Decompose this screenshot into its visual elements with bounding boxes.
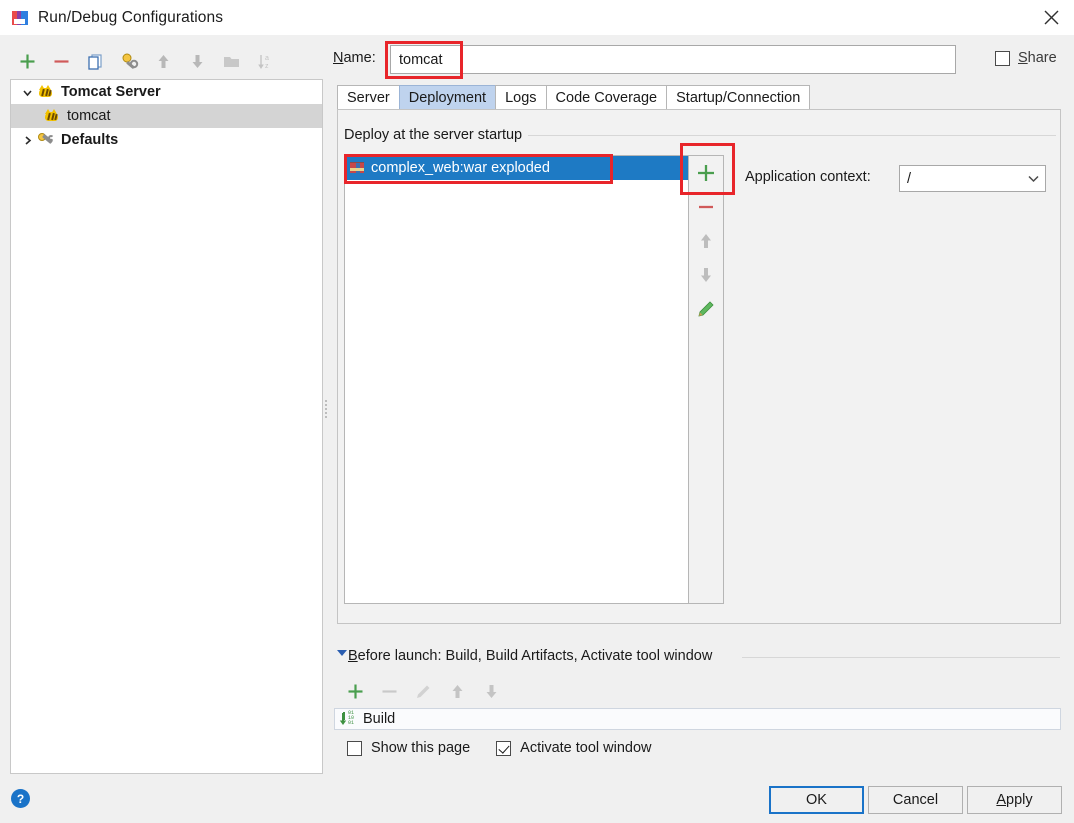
- deploy-group-title: Deploy at the server startup: [344, 127, 529, 143]
- tomcat-icon: [37, 84, 55, 100]
- artifact-icon: [349, 160, 365, 176]
- add-configuration-button[interactable]: [10, 46, 44, 76]
- before-launch-separator-line: [742, 657, 1060, 658]
- chevron-down-icon[interactable]: [1021, 172, 1045, 185]
- move-task-down-button: [474, 676, 508, 706]
- configurations-tree[interactable]: Tomcat Server tomcat Defaults: [10, 79, 323, 774]
- before-launch-options: Show this page Activate tool window: [347, 740, 652, 756]
- remove-artifact-button[interactable]: [689, 190, 722, 224]
- show-this-page-checkbox[interactable]: Show this page: [347, 740, 470, 756]
- move-up-button[interactable]: [146, 46, 180, 76]
- activate-tool-window-checkbox[interactable]: Activate tool window: [496, 740, 652, 756]
- name-label-text: ame:: [343, 50, 376, 66]
- tomcat-icon: [43, 108, 61, 124]
- tree-node-tomcat-server[interactable]: Tomcat Server: [11, 80, 322, 104]
- add-task-button[interactable]: [338, 676, 372, 706]
- activate-tool-window-checkbox-box[interactable]: [496, 740, 512, 756]
- wrench-bulb-icon: [37, 132, 55, 148]
- collapse-triangle-icon[interactable]: [337, 650, 347, 656]
- list-item[interactable]: complex_web:war exploded: [345, 156, 688, 180]
- tree-node-defaults[interactable]: Defaults: [11, 128, 322, 152]
- configurations-toolbar: a z: [10, 44, 322, 78]
- tab-logs[interactable]: Logs: [495, 85, 547, 109]
- apply-button[interactable]: Apply: [967, 786, 1062, 814]
- before-launch-toolbar: [338, 676, 508, 706]
- share-checkbox[interactable]: Share: [995, 50, 1057, 66]
- help-icon[interactable]: ?: [11, 789, 30, 808]
- close-icon[interactable]: [1028, 0, 1074, 35]
- application-context-value: /: [907, 170, 912, 187]
- group-separator-line: [512, 135, 1056, 136]
- list-item-label: complex_web:war exploded: [371, 160, 550, 176]
- activate-tool-window-label: Activate tool window: [520, 740, 652, 756]
- show-this-page-checkbox-box[interactable]: [347, 740, 362, 756]
- create-folder-button[interactable]: [214, 46, 248, 76]
- before-launch-title: Before launch: Build, Build Artifacts, A…: [348, 648, 719, 664]
- tab-startup-connection[interactable]: Startup/Connection: [666, 85, 811, 109]
- name-label: Name:: [333, 50, 376, 66]
- tree-node-label: tomcat: [67, 108, 111, 124]
- edit-defaults-button[interactable]: [112, 46, 146, 76]
- edit-artifact-button[interactable]: [689, 292, 722, 326]
- intellij-icon: [12, 10, 28, 26]
- task-label: Build: [363, 711, 396, 727]
- name-input[interactable]: [390, 45, 956, 74]
- build-icon: 01 10 01: [339, 711, 357, 727]
- cancel-button[interactable]: Cancel: [868, 786, 963, 814]
- window-title: Run/Debug Configurations: [38, 8, 224, 26]
- name-label-mnemonic: N: [333, 50, 344, 66]
- chevron-right-icon[interactable]: [17, 130, 37, 150]
- add-artifact-button[interactable]: [689, 156, 722, 190]
- remove-configuration-button[interactable]: [44, 46, 78, 76]
- edit-task-button: [406, 676, 440, 706]
- chevron-down-icon[interactable]: [17, 82, 37, 102]
- tab-deployment[interactable]: Deployment: [398, 85, 497, 109]
- svg-text:a: a: [265, 55, 269, 62]
- tab-code-coverage[interactable]: Code Coverage: [545, 85, 668, 109]
- copy-configuration-button[interactable]: [78, 46, 112, 76]
- configuration-tabs: Server Deployment Logs Code Coverage Sta…: [337, 85, 811, 109]
- ok-button[interactable]: OK: [769, 786, 864, 814]
- show-this-page-label: Show this page: [371, 740, 471, 756]
- svg-text:z: z: [265, 63, 269, 70]
- application-context-label: Application context:: [745, 169, 871, 185]
- remove-task-button: [372, 676, 406, 706]
- move-artifact-up-button: [689, 224, 722, 258]
- application-context-combobox[interactable]: /: [899, 165, 1046, 192]
- title-bar: Run/Debug Configurations: [0, 0, 1074, 35]
- before-launch-task-list[interactable]: 01 10 01 Build: [334, 708, 1061, 730]
- share-checkbox-label: Share: [1018, 50, 1057, 66]
- move-down-button[interactable]: [180, 46, 214, 76]
- deployment-artifacts-list[interactable]: complex_web:war exploded: [344, 155, 689, 604]
- tree-node-tomcat[interactable]: tomcat: [11, 104, 322, 128]
- sort-configurations-button[interactable]: a z: [248, 46, 282, 76]
- run-debug-configurations-dialog: Run/Debug Configurations a z Tomcat Serv…: [0, 0, 1074, 823]
- move-task-up-button: [440, 676, 474, 706]
- move-artifact-down-button: [689, 258, 722, 292]
- tab-server[interactable]: Server: [337, 85, 400, 109]
- tree-node-label: Defaults: [61, 132, 119, 148]
- share-checkbox-box[interactable]: [995, 50, 1010, 66]
- panel-splitter-handle[interactable]: [324, 398, 328, 420]
- tree-node-label: Tomcat Server: [61, 84, 161, 100]
- deployment-side-toolbar: [689, 155, 724, 604]
